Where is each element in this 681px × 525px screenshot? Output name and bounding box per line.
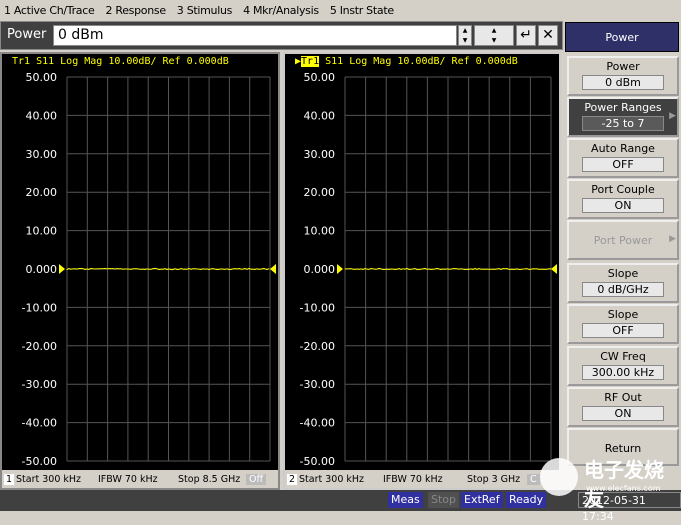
softkey-menu-title: Power	[565, 22, 679, 52]
y-tick-label: -10.00	[22, 301, 57, 314]
channel-2-window[interactable]: 50.00 40.00 30.00 20.00 10.00 0.000 -10.00 -20.…	[283, 52, 561, 490]
state-indicator: Off	[246, 474, 266, 485]
y-tick-label: -30.00	[22, 378, 57, 391]
extref-status: ExtRef	[461, 492, 503, 508]
state-indicator: C	[527, 474, 540, 485]
softkey-cw-freq[interactable]: CW Freq 300.00 kHz	[567, 346, 679, 386]
y-tick-label: 20.00	[26, 186, 58, 199]
large-spin-button[interactable]: ▲ ▼	[474, 25, 514, 46]
channel-footer: 1 Start 300 kHz IFBW 70 kHz Stop 8.5 GHz…	[2, 470, 278, 488]
datetime: 2012-05-31 17:34	[578, 492, 681, 508]
y-tick-label: 10.00	[304, 225, 336, 238]
stop-status: Stop	[428, 492, 459, 508]
y-tick-label: -30.00	[300, 378, 335, 391]
softkey-value: -25 to 7	[582, 116, 664, 131]
entry-label: Power	[7, 27, 46, 42]
softkey-label: Power	[569, 60, 677, 73]
menu-stimulus[interactable]: 3 Stimulus	[177, 4, 232, 17]
softkey-power[interactable]: Power 0 dBm	[567, 56, 679, 96]
softkey-label: Slope	[569, 267, 677, 280]
softkey-value: OFF	[582, 323, 664, 338]
softkey-slope[interactable]: Slope 0 dB/GHz	[567, 263, 679, 303]
softkey-slope[interactable]: Slope OFF	[567, 304, 679, 344]
softkey-auto-range[interactable]: Auto Range OFF	[567, 138, 679, 178]
channel-number: 1	[4, 474, 14, 485]
trace-plot: 50.00 40.00 30.00 20.00 10.00 0.000 -10.00 -20.…	[285, 54, 559, 470]
y-tick-label: 40.00	[304, 109, 336, 122]
menu-active-ch[interactable]: 1 Active Ch/Trace	[4, 4, 94, 17]
softkey-label: Auto Range	[569, 142, 677, 155]
softkey-label: Port Power	[569, 234, 677, 247]
y-tick-label: 50.00	[304, 71, 336, 84]
y-tick-label: -40.00	[22, 417, 57, 430]
softkey-port-power[interactable]: Port Power ▶	[567, 220, 679, 260]
softkey-value: 0 dBm	[582, 75, 664, 90]
channel-1-window[interactable]: 50.00 40.00 30.00 20.00 10.00 0.000 -10.00 -20.…	[0, 52, 280, 490]
y-tick-label: -10.00	[300, 301, 335, 314]
softkey-value: 0 dB/GHz	[582, 282, 664, 297]
menu-instr-state[interactable]: 5 Instr State	[330, 4, 394, 17]
start-freq[interactable]: Start 300 kHz	[299, 474, 364, 485]
channel-number: 2	[287, 474, 297, 485]
softkey-port-couple[interactable]: Port Couple ON	[567, 179, 679, 219]
power-input[interactable]: 0 dBm	[53, 25, 457, 46]
softkey-label: Port Couple	[569, 183, 677, 196]
start-freq[interactable]: Start 300 kHz	[16, 474, 81, 485]
softkey-label: Slope	[569, 308, 677, 321]
trace-title: ▶Tr1 S11 Log Mag 10.00dB/ Ref 0.000dB	[295, 56, 518, 67]
softkey-value: 300.00 kHz	[582, 365, 664, 380]
softkey-panel: Power Power 0 dBm Power Ranges -25 to 7 ▶ Aut…	[563, 21, 681, 490]
y-tick-label: 10.00	[26, 225, 58, 238]
y-tick-label: 30.00	[304, 148, 336, 161]
y-tick-label: 20.00	[304, 186, 336, 199]
meas-status: Meas	[388, 492, 423, 508]
softkey-value: ON	[582, 198, 664, 213]
y-tick-label: 50.00	[26, 71, 58, 84]
softkey-value: OFF	[582, 157, 664, 172]
trace-title: Tr1 S11 Log Mag 10.00dB/ Ref 0.000dB	[12, 56, 229, 67]
ready-status: Ready	[506, 492, 546, 508]
y-tick-label: -40.00	[300, 417, 335, 430]
stop-freq[interactable]: Stop 3 GHz	[467, 474, 520, 485]
submenu-arrow-icon: ▶	[669, 111, 676, 121]
small-spin-button[interactable]: ▲ ▼	[458, 25, 472, 46]
ref-marker-left-icon[interactable]	[59, 264, 65, 274]
y-tick-label: -20.00	[22, 340, 57, 353]
ref-marker-left-icon[interactable]	[337, 264, 343, 274]
y-tick-label: 0.000	[304, 263, 336, 276]
ref-marker-right-icon[interactable]	[270, 264, 276, 274]
submenu-arrow-icon: ▶	[669, 234, 676, 244]
enter-icon[interactable]: ↵	[516, 25, 536, 46]
softkey-label: Return	[569, 442, 677, 455]
y-tick-label: 30.00	[26, 148, 58, 161]
ref-marker-right-icon[interactable]	[551, 264, 557, 274]
y-tick-label: -20.00	[300, 340, 335, 353]
y-tick-label: -50.00	[22, 455, 57, 468]
softkey-value: ON	[582, 406, 664, 421]
entry-bar: Power 0 dBm ▲ ▼ ▲ ▼ ↵ ✕	[0, 21, 563, 50]
y-tick-label: 0.000	[26, 263, 58, 276]
menu-mkr-analysis[interactable]: 4 Mkr/Analysis	[243, 4, 319, 17]
close-icon[interactable]: ✕	[538, 25, 558, 46]
softkey-label: Power Ranges	[569, 101, 677, 114]
trace-plot: 50.00 40.00 30.00 20.00 10.00 0.000 -10.00 -20.…	[2, 54, 278, 470]
ifbw[interactable]: IFBW 70 kHz	[98, 474, 158, 485]
stop-freq[interactable]: Stop 8.5 GHz	[178, 474, 240, 485]
softkey-label: RF Out	[569, 391, 677, 404]
softkey-label: CW Freq	[569, 350, 677, 363]
status-bar: Meas Stop ExtRef Ready 2012-05-31 17:34	[0, 490, 681, 511]
y-tick-label: -50.00	[300, 455, 335, 468]
menu-bar: 1 Active Ch/Trace 2 Response 3 Stimulus …	[0, 0, 681, 20]
menu-response[interactable]: 2 Response	[105, 4, 165, 17]
channel-footer: 2 Start 300 kHz IFBW 70 kHz Stop 3 GHz C	[285, 470, 559, 488]
softkey-return[interactable]: Return	[567, 428, 679, 466]
y-tick-label: 40.00	[26, 109, 58, 122]
ifbw[interactable]: IFBW 70 kHz	[383, 474, 443, 485]
softkey-power-ranges[interactable]: Power Ranges -25 to 7 ▶	[567, 97, 679, 137]
softkey-rf-out[interactable]: RF Out ON	[567, 387, 679, 427]
